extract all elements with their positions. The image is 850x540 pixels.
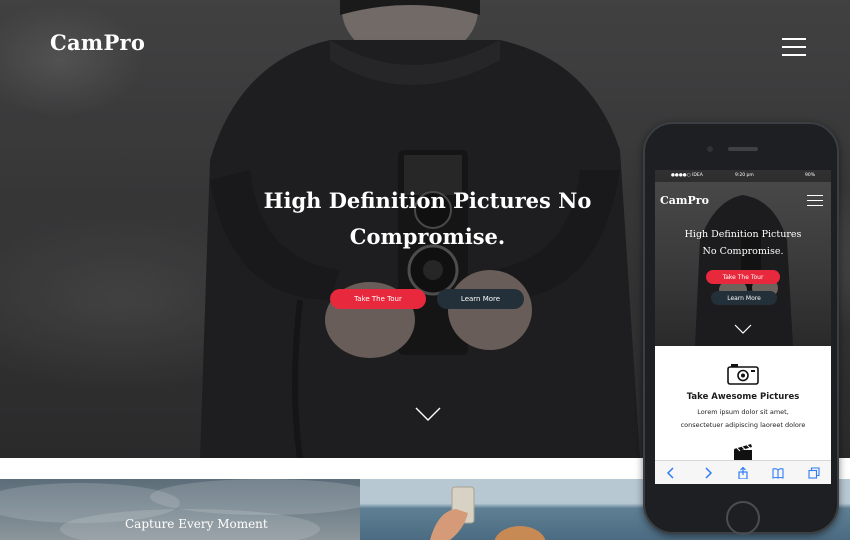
- hamburger-menu-icon[interactable]: [782, 38, 806, 58]
- phone-status-bar: ●●●●○ IDEA 9:20 pm 90%: [655, 170, 831, 182]
- phone-learn-more-button[interactable]: Learn More: [711, 291, 777, 305]
- phone-home-button[interactable]: [726, 501, 760, 535]
- chevron-down-icon[interactable]: [415, 407, 441, 421]
- phone-hamburger-menu-icon[interactable]: [807, 195, 823, 207]
- phone-hero: ●●●●○ IDEA 9:20 pm 90% CamPro High Defin…: [655, 170, 831, 346]
- phone-speaker: [728, 147, 758, 151]
- feature-description-line-2: consectetuer adipiscing laoreet dolore: [680, 421, 806, 429]
- tabs-icon[interactable]: [808, 467, 820, 479]
- hero-title-line-1: High Definition Pictures No: [263, 188, 592, 213]
- hero-title-line-2: Compromise.: [349, 224, 506, 249]
- share-icon[interactable]: [737, 467, 749, 479]
- hero-title: High Definition Pictures No Compromise.: [255, 183, 600, 255]
- take-the-tour-button[interactable]: Take The Tour: [330, 289, 426, 309]
- feature-description-line-1: Lorem ipsum dolor sit amet,: [697, 408, 789, 416]
- phone-brand-logo[interactable]: CamPro: [660, 194, 709, 207]
- phone-take-the-tour-button[interactable]: Take The Tour: [706, 270, 780, 284]
- phone-hero-title-line-2: No Compromise.: [702, 246, 784, 257]
- phone-chevron-down-icon[interactable]: [734, 324, 752, 334]
- phone-hero-title-line-1: High Definition Pictures: [684, 229, 802, 240]
- forward-icon[interactable]: [702, 467, 714, 479]
- phone-hero-title: High Definition Pictures No Compromise.: [669, 226, 817, 260]
- camera-icon: [727, 364, 759, 385]
- feature-title: Take Awesome Pictures: [686, 392, 800, 402]
- capture-every-moment-heading: Capture Every Moment: [125, 517, 268, 531]
- bookmarks-icon[interactable]: [772, 467, 784, 479]
- browser-toolbar: [655, 460, 831, 484]
- phone-screen: ●●●●○ IDEA 9:20 pm 90% CamPro High Defin…: [655, 170, 831, 484]
- back-icon[interactable]: [665, 467, 677, 479]
- learn-more-button[interactable]: Learn More: [437, 289, 524, 309]
- carrier-label: ●●●●○ IDEA: [671, 173, 703, 178]
- battery-level: 90%: [805, 173, 816, 178]
- phone-mockup: ●●●●○ IDEA 9:20 pm 90% CamPro High Defin…: [643, 122, 839, 535]
- brand-logo[interactable]: CamPro: [50, 30, 145, 55]
- phone-front-camera: [707, 146, 713, 152]
- status-time: 9:20 pm: [735, 173, 754, 178]
- clapperboard-icon: [734, 444, 752, 461]
- feature-description: Lorem ipsum dolor sit amet, consectetuer…: [663, 406, 823, 432]
